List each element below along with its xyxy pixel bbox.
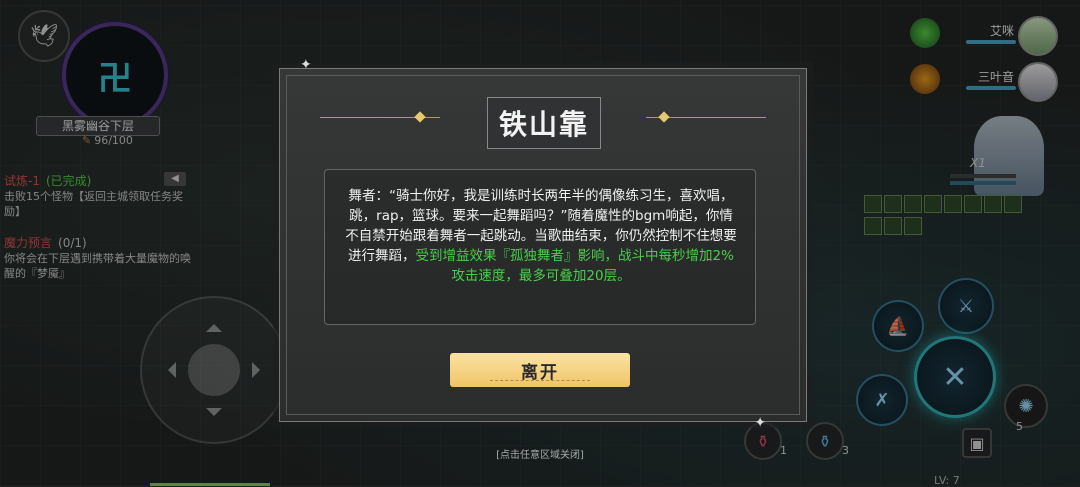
title-plate: 铁山靠 bbox=[487, 97, 601, 149]
event-dialog: ✦ ✦ 铁山靠 舞者：“骑士你好，我是训练时长两年半的偶像练习生，喜欢唱，跳，r… bbox=[279, 57, 807, 431]
story-text: 舞者：“骑士你好，我是训练时长两年半的偶像练习生，喜欢唱，跳，rap，篮球。要来… bbox=[345, 186, 737, 286]
dialog-title: 铁山靠 bbox=[498, 108, 589, 141]
leave-button[interactable]: 离开 bbox=[450, 353, 630, 387]
story-box: 舞者：“骑士你好，我是训练时长两年半的偶像练习生，喜欢唱，跳，rap，篮球。要来… bbox=[324, 169, 756, 325]
sparkle-icon: ✦ bbox=[754, 415, 766, 431]
sparkle-icon: ✦ bbox=[300, 57, 312, 73]
close-hint: [点击任意区域关闭] bbox=[496, 450, 584, 461]
buff-effect-text: 受到增益效果『孤独舞者』影响，战斗中每秒增加2%攻击速度，最多可叠加20层。 bbox=[415, 248, 734, 284]
